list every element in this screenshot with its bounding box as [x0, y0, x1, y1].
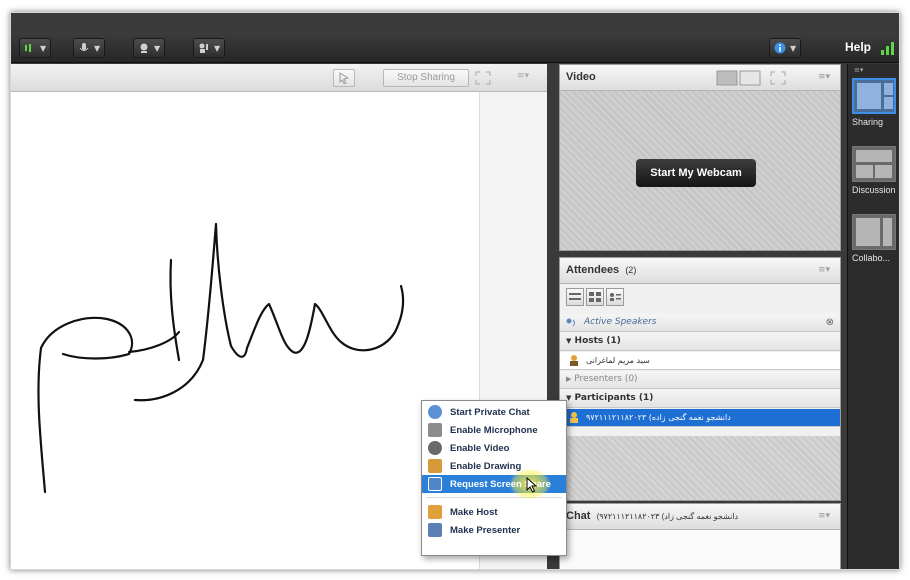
video-pod-header: Video ≡▾ [560, 65, 840, 91]
attendees-pod-header: Attendees (2) ≡▾ [560, 258, 840, 284]
layout-label: Discussion [852, 185, 896, 195]
participants-group[interactable]: ▼ Participants (1) [560, 390, 840, 408]
participant-icon [570, 412, 578, 423]
chevron-down-icon: ▼ [790, 43, 797, 53]
pod-options-icon[interactable]: ≡▾ [818, 72, 830, 82]
chevron-down-icon: ▼ [154, 43, 161, 53]
main-toolbar: ▼ ▼ ▼ ▼ ▼ Help [11, 33, 899, 63]
pod-options-icon[interactable]: ≡▾ [818, 265, 830, 275]
attendees-pod: Attendees (2) ≡▾ Active Speakers ⊗ ▼ Hos… [559, 257, 841, 501]
speaker-icon [566, 318, 575, 327]
mouse-cursor-icon [526, 477, 538, 493]
screen-share-icon [428, 477, 442, 491]
chat-message-area[interactable] [560, 530, 840, 569]
expand-icon: ▼ [566, 337, 572, 345]
adobe-connect-window: ▼ ▼ ▼ ▼ ▼ Help Stop Sharing ≡▾ Video ≡▾ … [10, 12, 900, 570]
host-row[interactable]: سید مریم لماغرانی [560, 352, 840, 370]
video-area: Start My Webcam [560, 91, 840, 250]
video-layout-icon[interactable] [716, 70, 762, 86]
attendee-count: (2) [625, 265, 637, 275]
hand-icon [199, 43, 208, 53]
list-view-icon [569, 293, 581, 300]
audio-status-button[interactable]: ▼ [19, 38, 52, 58]
menu-item-start-private-chat[interactable]: Start Private Chat [422, 403, 566, 421]
hosts-group[interactable]: ▼ Hosts (1) [560, 333, 840, 351]
menu-item-enable-video[interactable]: Enable Video [422, 439, 566, 457]
webcam-icon [428, 441, 442, 455]
person-list-icon [610, 293, 621, 301]
host-icon [428, 505, 442, 519]
connection-signal-icon [881, 42, 894, 55]
layout-label: Sharing [852, 117, 884, 127]
menu-item-enable-drawing[interactable]: Enable Drawing [422, 457, 566, 475]
layout-collaboration[interactable]: Collabo... [852, 214, 899, 263]
chat-pod: Chat (۹۷۲۱۱۱۲۱۱۸۲۰۲۳ (دانشجو نغمه گنجی ز… [559, 503, 841, 569]
grid-view-button[interactable] [586, 288, 604, 306]
chat-bubble-icon [428, 405, 442, 419]
active-speakers-row[interactable]: Active Speakers ⊗ [560, 314, 840, 332]
menu-item-request-screen-share[interactable]: Request Screen Share [422, 469, 566, 499]
pod-options-icon[interactable]: ≡▾ [517, 71, 529, 81]
microphone-icon [428, 423, 442, 437]
fullscreen-icon[interactable] [770, 71, 786, 85]
chat-pod-header: Chat (۹۷۲۱۱۱۲۱۱۸۲۰۲۳ (دانشجو نغمه گنجی ز… [560, 504, 840, 530]
audio-meter-icon [25, 44, 31, 52]
help-menu[interactable]: Help [845, 40, 871, 54]
info-button[interactable]: ▼ [769, 38, 802, 58]
host-icon [570, 355, 578, 366]
webcam-icon [140, 43, 148, 53]
close-icon[interactable]: ⊗ [826, 314, 834, 331]
layout-label: Collabo... [852, 253, 891, 263]
video-pod: Video ≡▾ Start My Webcam [559, 64, 841, 251]
list-view-button[interactable] [566, 288, 584, 306]
host-name: سید مریم لماغرانی [586, 356, 650, 365]
pod-options-icon[interactable]: ≡▾ [818, 511, 830, 521]
attendees-pod-title: Attendees (2) [566, 264, 637, 276]
attendee-list-empty-area [560, 436, 840, 500]
participant-name: ۹۷۲۱۱۱۲۱۱۸۲۰۲۳ (دانشجو نغمه گنجی زاده [586, 413, 731, 422]
menu-item-make-host[interactable]: Make Host [422, 503, 566, 521]
chat-recipient: (۹۷۲۱۱۱۲۱۱۸۲۰۲۳ (دانشجو نغمه گنجی زاد [596, 512, 739, 521]
participant-row[interactable]: ۹۷۲۱۱۱۲۱۱۸۲۰۲۳ (دانشجو نغمه گنجی زاده [560, 409, 840, 427]
layouts-menu-icon[interactable]: ≡▾ [854, 66, 863, 74]
presenters-group[interactable]: ▶ Presenters (0) [560, 371, 840, 389]
menu-item-make-presenter[interactable]: Make Presenter [422, 521, 566, 539]
microphone-button[interactable]: ▼ [73, 38, 106, 58]
video-pod-title: Video [566, 71, 596, 83]
grid-view-icon [589, 292, 601, 302]
handwriting-drawing [37, 222, 405, 494]
pencil-icon [428, 459, 442, 473]
chat-pod-title: Chat (۹۷۲۱۱۱۲۱۱۸۲۰۲۳ (دانشجو نغمه گنجی ز… [566, 510, 739, 522]
role-view-button[interactable] [606, 288, 624, 306]
chevron-down-icon: ▼ [40, 43, 47, 53]
layouts-bar: ≡▾ Sharing Discussion Collabo... [847, 64, 899, 569]
webcam-button[interactable]: ▼ [133, 38, 166, 58]
presenter-icon [428, 523, 442, 537]
participant-context-menu: Start Private Chat Enable Microphone Ena… [421, 400, 567, 556]
chevron-down-icon: ▼ [214, 43, 221, 53]
collapse-icon: ▶ [566, 375, 572, 383]
menu-item-enable-microphone[interactable]: Enable Microphone [422, 421, 566, 439]
microphone-icon [79, 43, 89, 51]
start-webcam-button[interactable]: Start My Webcam [636, 159, 756, 187]
info-icon [774, 42, 786, 54]
layout-thumbnail [852, 214, 896, 250]
attendee-view-toolbar [566, 288, 626, 310]
layout-discussion[interactable]: Discussion [852, 146, 899, 195]
raise-hand-button[interactable]: ▼ [193, 38, 226, 58]
layout-thumbnail [852, 146, 896, 182]
layout-thumbnail [852, 78, 896, 114]
layout-sharing[interactable]: Sharing [852, 78, 899, 127]
chevron-down-icon: ▼ [94, 43, 101, 53]
